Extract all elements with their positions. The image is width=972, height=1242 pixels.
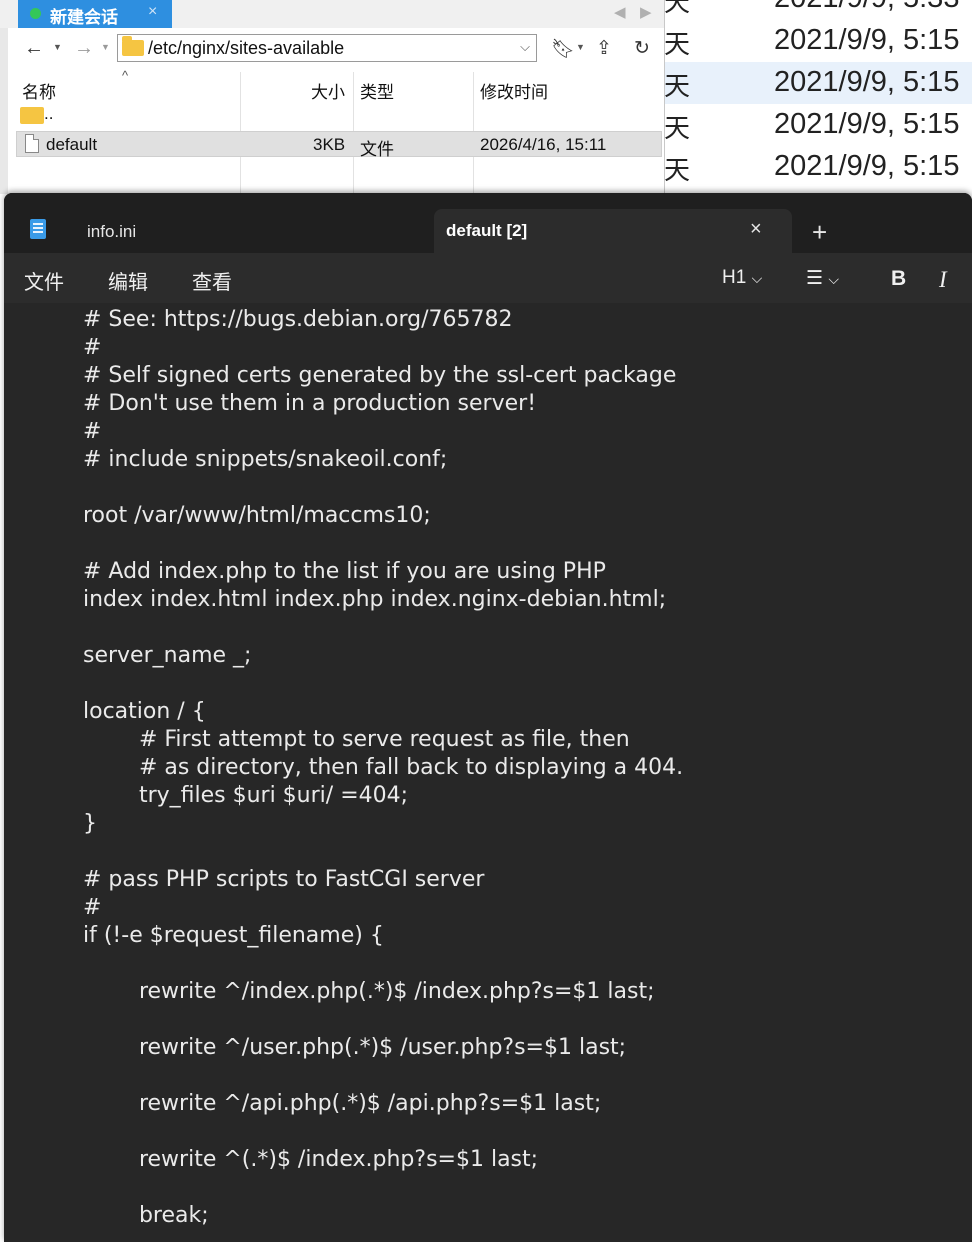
menu-bar: 文件 编辑 查看 H1 ⌵ ☰ ⌵ B I (4, 253, 972, 303)
modified-date: 2021/9/9, 5:15 (774, 150, 960, 182)
folder-icon (20, 107, 44, 124)
path-text: /etc/nginx/sites-available (148, 38, 345, 58)
notepad-app-icon (30, 219, 46, 239)
code-line: break; (83, 1203, 209, 1228)
code-line: rewrite ^(.*)$ /index.php?s=$1 last; (83, 1147, 539, 1172)
tab-strip: info.ini default [2] × + (4, 193, 972, 253)
forward-dropdown-icon[interactable]: ▼ (101, 42, 110, 52)
scroll-right-icon[interactable]: ▶ (640, 3, 652, 21)
code-line: # (83, 419, 102, 444)
close-tab-icon[interactable]: × (750, 218, 762, 241)
modified-date: 2021/9/9, 5:15 (774, 24, 960, 56)
session-tab[interactable]: 新建会话 × (18, 0, 172, 28)
column-size[interactable]: 大小 (311, 78, 345, 103)
file-size: 3KB (313, 135, 346, 154)
session-tab-label: 新建会话 (50, 8, 118, 27)
code-line: # as directory, then fall back to displa… (83, 755, 684, 780)
truncated-cell: 天 (664, 29, 691, 59)
background-list-row: 天 2021/9/9, 5:15 (664, 104, 972, 146)
file-list-header: 名称 ^ 大小 类型 修改时间 (8, 68, 664, 103)
refresh-icon[interactable]: ↻ (634, 37, 650, 60)
code-line: rewrite ^/api.php(.*)$ /api.php?s=$1 las… (83, 1091, 602, 1116)
list-icon: ☰ (806, 268, 824, 289)
path-toolbar: ← ▼ → ▼ /etc/nginx/sites-available ⌵ 🔖︎ … (8, 28, 664, 70)
column-type[interactable]: 类型 (360, 78, 394, 103)
forward-arrow-icon[interactable]: → (74, 37, 94, 60)
file-modified: 2026/4/16, 15:11 (480, 135, 607, 154)
back-dropdown-icon[interactable]: ▼ (53, 42, 62, 52)
heading-dropdown[interactable]: H1 ⌵ (722, 267, 762, 289)
code-line: # Don't use them in a production server! (83, 391, 537, 416)
code-line: # (83, 335, 102, 360)
bookmark-icon[interactable]: 🔖︎ (551, 37, 575, 61)
background-list-row: 天 2021/9/9, 5:15 (664, 62, 972, 104)
code-line: # First attempt to serve request as file… (83, 727, 630, 752)
truncated-cell: 天 (664, 0, 691, 17)
code-line: location / { (83, 699, 206, 724)
code-line: # include snippets/snakeoil.conf; (83, 447, 448, 472)
code-line: # Add index.php to the list if you are u… (83, 559, 606, 584)
sort-ascending-icon: ^ (122, 68, 129, 83)
path-input[interactable]: /etc/nginx/sites-available ⌵ (117, 34, 537, 62)
file-manager-window: 新建会话 × ◀ ▶ ← ▼ → ▼ /etc/nginx/sites-avai… (0, 0, 665, 194)
menu-edit[interactable]: 编辑 (108, 266, 148, 295)
menu-file[interactable]: 文件 (24, 266, 64, 295)
code-line: } (83, 811, 97, 836)
modified-date: 2021/9/9, 5:15 (774, 66, 960, 98)
code-line: try_files $uri $uri/ =404; (83, 783, 409, 808)
tab-info-ini[interactable]: info.ini (64, 209, 432, 253)
background-list-row: 天 2021/9/9, 5:15 (664, 20, 972, 62)
background-list-row: 天 2021/9/9, 5:15 (664, 146, 972, 188)
italic-button[interactable]: I (939, 267, 947, 293)
code-line: # pass PHP scripts to FastCGI server (83, 867, 485, 892)
column-name[interactable]: 名称 (22, 78, 56, 103)
list-dropdown[interactable]: ☰ ⌵ (806, 267, 839, 290)
text-editor[interactable]: # See: https://bugs.debian.org/765782 # # … (4, 303, 972, 1242)
file-type: 文件 (360, 140, 394, 159)
menu-view[interactable]: 查看 (192, 266, 232, 295)
modified-date: 2021/9/9, 5:15 (774, 108, 960, 140)
truncated-cell: 天 (664, 71, 691, 101)
chevron-down-icon: ⌵ (751, 270, 763, 286)
code-line: # (83, 895, 102, 920)
code-line: rewrite ^/index.php(.*)$ /index.php?s=$1… (83, 979, 655, 1004)
scroll-left-icon[interactable]: ◀ (614, 3, 626, 21)
tab-default[interactable]: default [2] × (434, 209, 792, 253)
session-tabbar: 新建会话 × ◀ ▶ (0, 0, 664, 28)
tab-label: default [2] (446, 221, 528, 240)
close-icon[interactable]: × (148, 3, 157, 21)
code-line: # See: https://bugs.debian.org/765782 (83, 307, 513, 332)
tab-label: info.ini (87, 222, 137, 241)
notepad-window: info.ini default [2] × + 文件 编辑 查看 H1 ⌵ ☰… (4, 193, 972, 1242)
parent-folder-icon[interactable]: ⇪ (596, 37, 612, 60)
chevron-down-icon[interactable]: ⌵ (520, 39, 530, 55)
bookmark-dropdown-icon[interactable]: ▼ (576, 42, 585, 52)
folder-icon (122, 36, 144, 56)
code-line: root /var/www/html/maccms10; (83, 503, 431, 528)
code-line: index index.html index.php index.nginx-d… (83, 587, 667, 612)
background-file-list: 天 2021/9/9, 5:33 天 2021/9/9, 5:15 天 2021/9/9,… (664, 0, 972, 194)
file-row-parent[interactable]: .. (16, 104, 662, 130)
code-line: rewrite ^/user.php(.*)$ /user.php?s=$1 l… (83, 1035, 627, 1060)
modified-date: 2021/9/9, 5:33 (774, 0, 959, 15)
code-line: server_name _; (83, 643, 252, 668)
code-line: # Self signed certs generated by the ssl… (83, 363, 677, 388)
connection-status-icon (30, 8, 41, 19)
heading-label: H1 (722, 267, 747, 288)
new-tab-button[interactable]: + (812, 217, 827, 248)
column-modified[interactable]: 修改时间 (480, 78, 548, 103)
truncated-cell: 天 (664, 155, 691, 185)
chevron-down-icon: ⌵ (828, 271, 839, 287)
file-row-default[interactable]: default 3KB 文件 2026/4/16, 15:11 (16, 131, 662, 159)
truncated-cell: 天 (664, 113, 691, 143)
file-name: .. (44, 104, 54, 123)
file-icon (25, 134, 39, 153)
back-arrow-icon[interactable]: ← (24, 37, 44, 60)
sidebar-edge (0, 28, 8, 194)
code-line: if (!-e $request_filename) { (83, 923, 384, 948)
background-list-row: 天 2021/9/9, 5:33 (664, 0, 972, 20)
bold-button[interactable]: B (891, 267, 906, 291)
file-name: default (46, 135, 98, 154)
